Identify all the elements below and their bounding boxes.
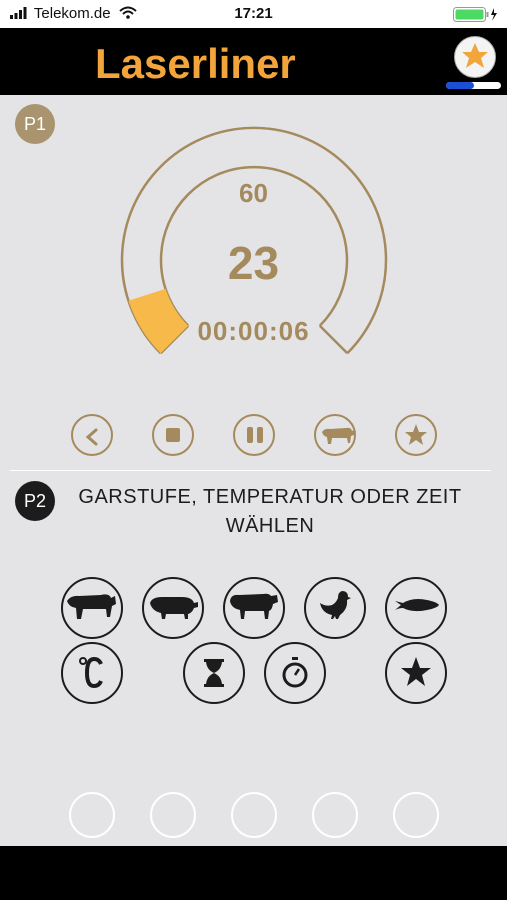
bottom-bar	[0, 846, 507, 900]
cow-icon	[322, 427, 354, 444]
favorite-button[interactable]	[395, 414, 437, 456]
empty-slot-1[interactable]	[69, 792, 115, 838]
charging-icon	[491, 8, 497, 21]
current-temperature: 23	[227, 237, 280, 289]
beef-button[interactable]	[61, 577, 123, 639]
empty-slot-2[interactable]	[150, 792, 196, 838]
pause-button[interactable]	[233, 414, 275, 456]
hourglass-icon	[204, 659, 224, 687]
star-icon	[401, 657, 431, 686]
elapsed-time: 00:00:06	[197, 316, 310, 346]
lamb-icon	[230, 593, 278, 619]
chicken-icon	[320, 591, 351, 619]
stopwatch-button[interactable]	[264, 642, 326, 704]
target-temperature: 60	[239, 178, 268, 208]
pork-button[interactable]	[142, 577, 204, 639]
meat-type-button[interactable]	[314, 414, 356, 456]
status-bar: Telekom.de 17:21	[0, 0, 507, 28]
back-button[interactable]	[71, 414, 113, 456]
temperature-button[interactable]	[61, 642, 123, 704]
star-icon	[462, 43, 488, 68]
probe-2-badge[interactable]: P2	[15, 481, 55, 521]
brand-logo: Laserliner	[95, 40, 296, 87]
stop-icon	[166, 428, 180, 442]
beef-icon	[67, 594, 116, 619]
empty-slot-5[interactable]	[393, 792, 439, 838]
empty-slot-4[interactable]	[312, 792, 358, 838]
timer-button[interactable]	[183, 642, 245, 704]
chicken-button[interactable]	[304, 577, 366, 639]
clock: 17:21	[234, 5, 273, 22]
app-header: Laserliner	[0, 28, 507, 95]
selection-prompt: GARSTUFE, TEMPERATUR ODER ZEIT WÄHLEN	[78, 486, 462, 537]
stopwatch-icon	[282, 657, 308, 688]
connection-progress-fill	[446, 82, 474, 89]
stop-button[interactable]	[152, 414, 194, 456]
fish-icon	[395, 599, 439, 612]
chevron-left-icon	[85, 428, 98, 446]
pause-icon	[247, 427, 263, 443]
celsius-icon	[79, 656, 103, 689]
battery-icon	[453, 7, 497, 22]
star-icon	[405, 424, 427, 445]
connection-progress	[446, 82, 501, 89]
empty-slot-3[interactable]	[231, 792, 277, 838]
lamb-button[interactable]	[223, 577, 285, 639]
fish-button[interactable]	[385, 577, 447, 639]
section-divider	[10, 470, 491, 471]
pork-icon	[150, 597, 198, 619]
favorite-top-button[interactable]	[454, 36, 496, 78]
favorite-preset-button[interactable]	[385, 642, 447, 704]
